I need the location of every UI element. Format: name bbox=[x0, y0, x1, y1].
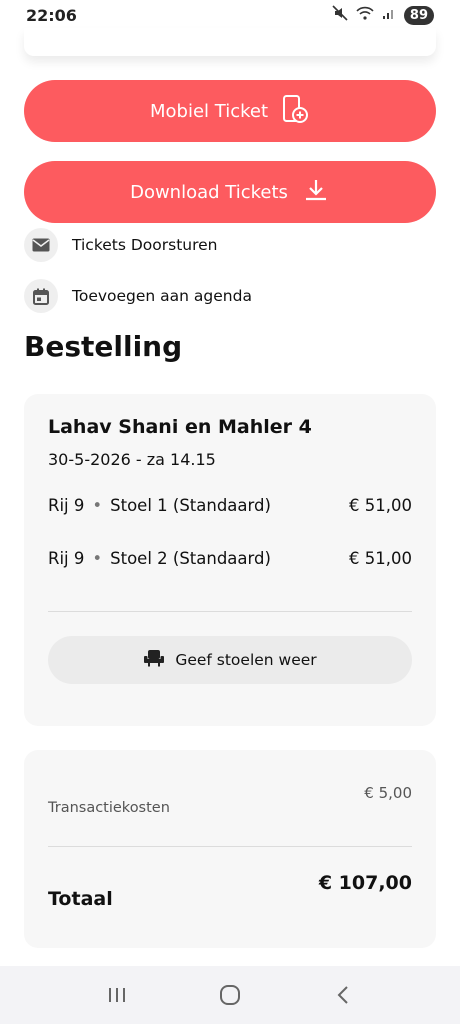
order-section-title: Bestelling bbox=[24, 330, 183, 363]
ticket-card-bottom bbox=[24, 28, 436, 56]
seat-icon bbox=[143, 649, 165, 671]
recent-apps-icon[interactable] bbox=[97, 975, 137, 1015]
event-title: Lahav Shani en Mahler 4 bbox=[48, 416, 312, 438]
back-icon[interactable] bbox=[323, 975, 363, 1015]
wifi-icon bbox=[356, 5, 374, 25]
add-to-calendar-label: Toevoegen aan agenda bbox=[72, 287, 252, 305]
separator-dot: • bbox=[92, 496, 103, 515]
separator-dot: • bbox=[92, 549, 103, 568]
download-tickets-label: Download Tickets bbox=[130, 181, 288, 203]
transaction-fee-amount: € 5,00 bbox=[364, 784, 412, 802]
total-label: Totaal bbox=[48, 888, 113, 910]
battery-indicator: 89 bbox=[403, 5, 434, 25]
transaction-fee-label: Transactiekosten bbox=[48, 800, 170, 816]
event-date: 30-5-2026 - za 14.15 bbox=[48, 450, 216, 469]
divider bbox=[48, 611, 412, 612]
phone-add-icon bbox=[282, 94, 310, 129]
order-card: Lahav Shani en Mahler 4 30-5-2026 - za 1… bbox=[24, 394, 436, 726]
status-time: 22:06 bbox=[26, 5, 77, 25]
seat-row-number: Rij 9 bbox=[48, 496, 85, 515]
status-bar: 22:06 89 bbox=[0, 0, 460, 30]
seat-row: Rij 9 • Stoel 2 (Standaard) € 51,00 bbox=[48, 549, 412, 568]
add-to-calendar-action[interactable]: Toevoegen aan agenda bbox=[24, 279, 252, 313]
mail-icon bbox=[24, 228, 58, 262]
seat-row-number: Rij 9 bbox=[48, 549, 85, 568]
download-tickets-button[interactable]: Download Tickets bbox=[24, 161, 436, 223]
status-icons: 89 bbox=[332, 4, 434, 26]
forward-tickets-action[interactable]: Tickets Doorsturen bbox=[24, 228, 218, 262]
total-amount: € 107,00 bbox=[318, 872, 412, 894]
seat-number: Stoel 2 (Standaard) bbox=[110, 549, 271, 568]
totals-card: € 5,00 Transactiekosten € 107,00 Totaal bbox=[24, 750, 436, 948]
forward-tickets-label: Tickets Doorsturen bbox=[72, 236, 218, 254]
download-icon bbox=[302, 175, 330, 210]
divider bbox=[48, 846, 412, 847]
seat-price: € 51,00 bbox=[349, 496, 412, 515]
mobile-ticket-button[interactable]: Mobiel Ticket bbox=[24, 80, 436, 142]
seat-description: Rij 9 • Stoel 1 (Standaard) bbox=[48, 496, 271, 515]
calendar-icon bbox=[24, 279, 58, 313]
system-nav-bar bbox=[0, 966, 460, 1024]
seat-price: € 51,00 bbox=[349, 549, 412, 568]
show-seats-button[interactable]: Geef stoelen weer bbox=[48, 636, 412, 684]
show-seats-label: Geef stoelen weer bbox=[175, 651, 317, 669]
signal-icon bbox=[382, 5, 396, 25]
mute-icon bbox=[332, 4, 348, 26]
seat-number: Stoel 1 (Standaard) bbox=[110, 496, 271, 515]
seat-description: Rij 9 • Stoel 2 (Standaard) bbox=[48, 549, 271, 568]
mobile-ticket-label: Mobiel Ticket bbox=[149, 100, 269, 122]
seat-row: Rij 9 • Stoel 1 (Standaard) € 51,00 bbox=[48, 496, 412, 515]
home-icon[interactable] bbox=[210, 975, 250, 1015]
